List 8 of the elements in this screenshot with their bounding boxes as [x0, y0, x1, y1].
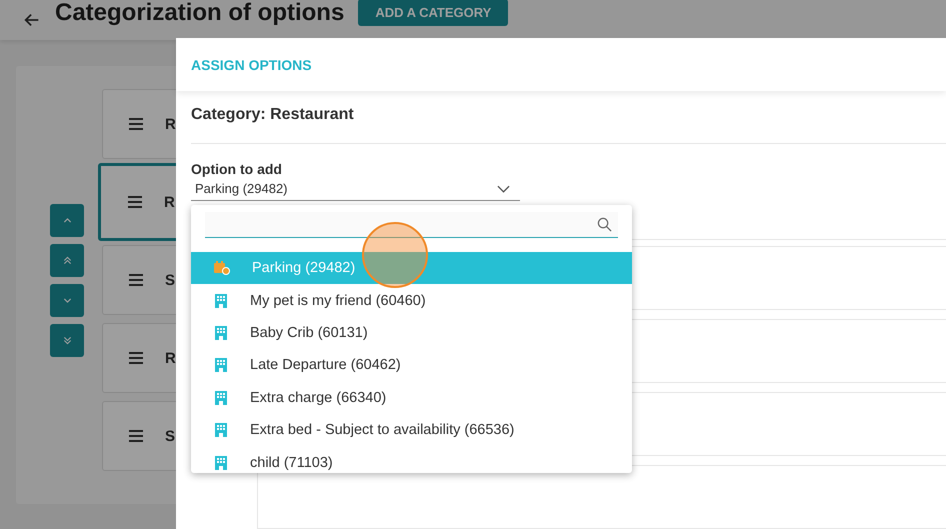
page-title: Categorization of options [55, 0, 344, 27]
category-heading: Category: Restaurant [191, 91, 946, 144]
category-name: R [165, 116, 176, 132]
category-name: S [165, 272, 176, 288]
category-name: R [164, 194, 175, 210]
dialog-title: ASSIGN OPTIONS [191, 56, 312, 72]
category-name: S [165, 428, 176, 444]
category-name: R [165, 350, 176, 366]
